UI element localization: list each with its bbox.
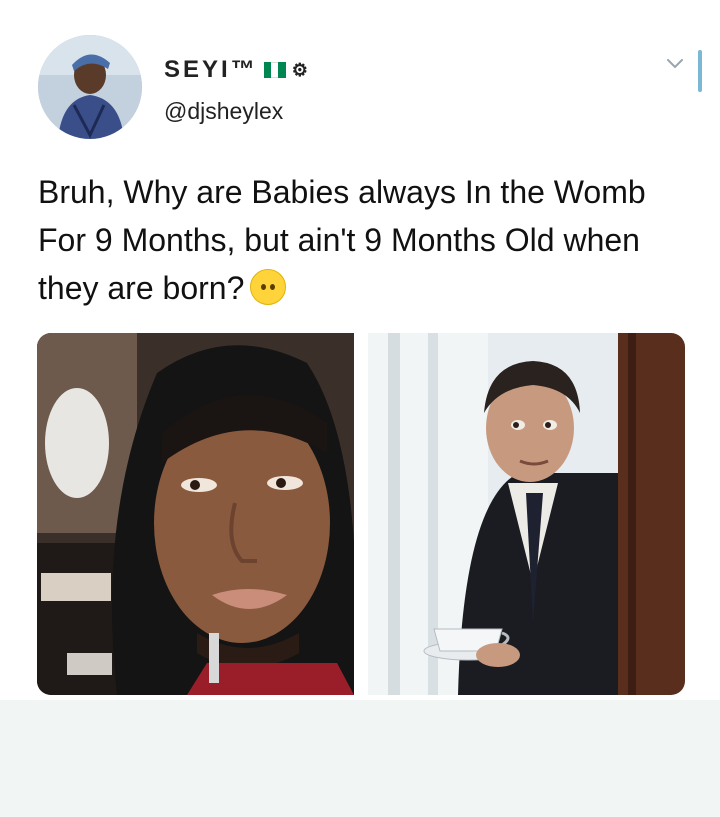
man-in-suit-with-teacup-image — [368, 333, 685, 695]
tweet-body: Bruh, Why are Babies always In the Womb … — [38, 174, 646, 306]
man-in-hoodie-image — [37, 333, 354, 695]
display-name-text: SEYI™ — [164, 56, 258, 83]
tweet-text: Bruh, Why are Babies always In the Womb … — [38, 168, 688, 312]
meme-right-image[interactable] — [368, 333, 685, 695]
avatar[interactable] — [38, 35, 142, 139]
tweet-card: SEYI™ ⚙ @djsheylex Bruh, Why are Babies … — [0, 0, 720, 700]
display-name[interactable]: SEYI™ ⚙ — [164, 56, 311, 84]
scrollbar[interactable] — [698, 50, 702, 92]
background-area — [0, 700, 720, 817]
chevron-down-icon[interactable] — [664, 52, 686, 74]
gear-icon: ⚙ — [291, 59, 311, 80]
user-handle[interactable]: @djsheylex — [164, 98, 283, 125]
avatar-image — [38, 35, 142, 139]
neutral-face-emoji-icon — [250, 269, 287, 305]
meme-left-image[interactable] — [37, 333, 354, 695]
nigeria-flag-icon — [263, 62, 286, 78]
